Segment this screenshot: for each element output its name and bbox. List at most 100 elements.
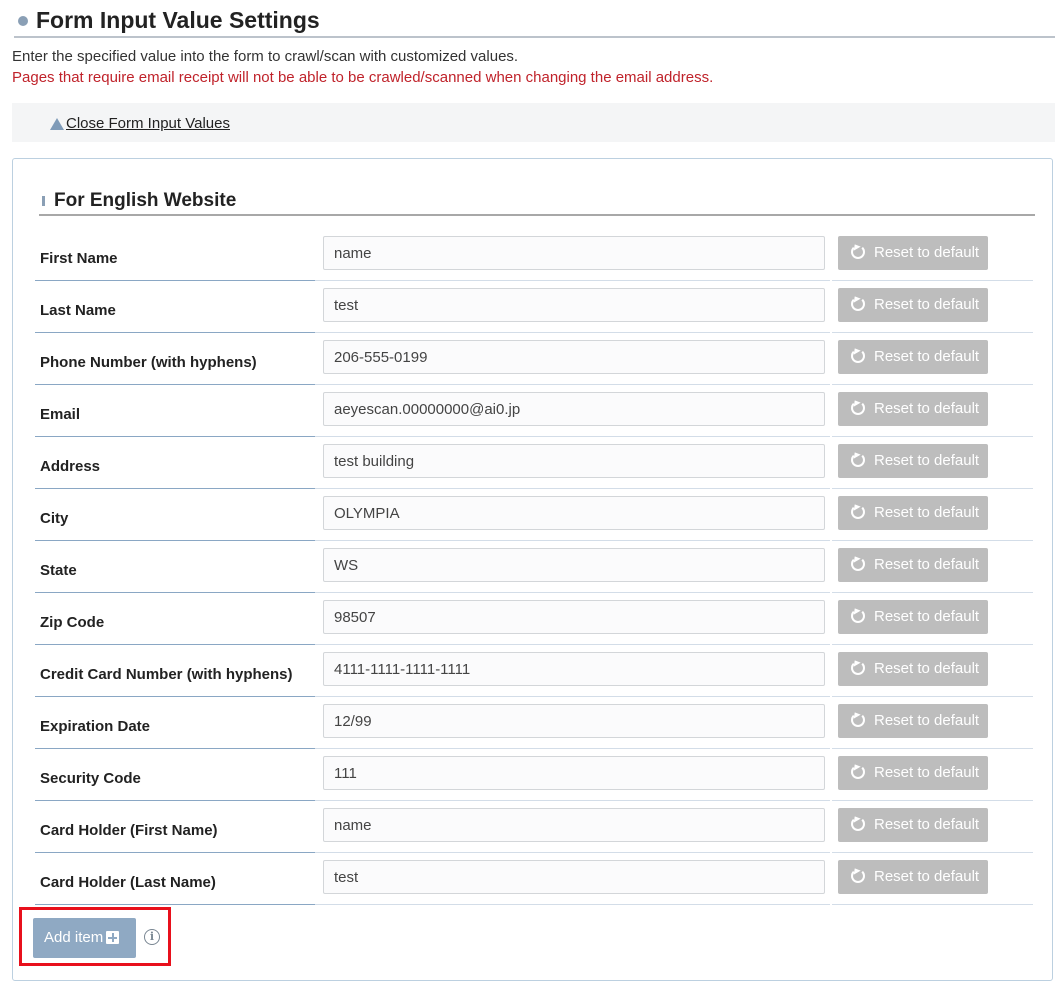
form-row: Phone Number (with hyphens) Reset to defa… — [13, 340, 1054, 392]
field-action-cell: Reset to default — [832, 392, 1033, 437]
section-header: For English Website — [39, 188, 1035, 216]
reset-to-default-button[interactable]: Reset to default — [838, 236, 988, 270]
field-label-cell: Expiration Date — [35, 704, 315, 749]
field-label: Phone Number (with hyphens) — [40, 354, 257, 371]
close-form-input-values-link[interactable]: Close Form Input Values — [66, 115, 230, 132]
field-input-cell — [315, 704, 830, 749]
field-label-cell: Last Name — [35, 288, 315, 333]
field-input[interactable] — [323, 600, 825, 634]
field-action-cell: Reset to default — [832, 236, 1033, 281]
field-action-cell: Reset to default — [832, 704, 1033, 749]
section-marker-icon — [42, 196, 45, 206]
reset-to-default-button[interactable]: Reset to default — [838, 548, 988, 582]
field-input[interactable] — [323, 704, 825, 738]
field-label-cell: Credit Card Number (with hyphens) — [35, 652, 315, 697]
highlight-box — [19, 907, 171, 966]
field-action-cell: Reset to default — [832, 652, 1033, 697]
field-input-cell — [315, 548, 830, 593]
reset-label: Reset to default — [874, 868, 980, 885]
reset-label: Reset to default — [874, 712, 980, 729]
field-label: City — [40, 510, 69, 527]
reset-icon — [851, 661, 865, 675]
field-action-cell: Reset to default — [832, 444, 1033, 489]
page-title-text: Form Input Value Settings — [36, 7, 320, 33]
page-title: Form Input Value Settings — [14, 3, 1055, 38]
form-row: Card Holder (Last Name) Reset to default — [13, 860, 1054, 912]
field-label-cell: Card Holder (First Name) — [35, 808, 315, 853]
field-action-cell: Reset to default — [832, 808, 1033, 853]
reset-label: Reset to default — [874, 348, 980, 365]
page-description: Enter the specified value into the form … — [12, 48, 519, 65]
field-input[interactable] — [323, 444, 825, 478]
reset-to-default-button[interactable]: Reset to default — [838, 392, 988, 426]
field-input[interactable] — [323, 756, 825, 790]
field-label: Address — [40, 458, 101, 475]
field-input-cell — [315, 444, 830, 489]
reset-to-default-button[interactable]: Reset to default — [838, 808, 988, 842]
form-values-panel: For English Website First Name Reset to d… — [12, 158, 1053, 981]
field-action-cell: Reset to default — [832, 288, 1033, 333]
field-label-cell: City — [35, 496, 315, 541]
form-row: Email Reset to default — [13, 392, 1054, 444]
reset-label: Reset to default — [874, 608, 980, 625]
reset-to-default-button[interactable]: Reset to default — [838, 704, 988, 738]
field-label: Security Code — [40, 770, 141, 787]
field-input[interactable] — [323, 548, 825, 582]
field-action-cell: Reset to default — [832, 496, 1033, 541]
reset-icon — [851, 765, 865, 779]
reset-label: Reset to default — [874, 816, 980, 833]
field-input[interactable] — [323, 652, 825, 686]
field-label-cell: First Name — [35, 236, 315, 281]
reset-to-default-button[interactable]: Reset to default — [838, 652, 988, 686]
reset-icon — [851, 401, 865, 415]
field-label-cell: Card Holder (Last Name) — [35, 860, 315, 905]
section-title: For English Website — [54, 190, 237, 211]
reset-to-default-button[interactable]: Reset to default — [838, 756, 988, 790]
reset-icon — [851, 245, 865, 259]
form-row: Card Holder (First Name) Reset to default — [13, 808, 1054, 860]
reset-icon — [851, 297, 865, 311]
reset-to-default-button[interactable]: Reset to default — [838, 860, 988, 894]
field-input-cell — [315, 600, 830, 645]
field-label: State — [40, 562, 77, 579]
field-action-cell: Reset to default — [832, 548, 1033, 593]
field-input[interactable] — [323, 808, 825, 842]
field-action-cell: Reset to default — [832, 860, 1033, 905]
reset-to-default-button[interactable]: Reset to default — [838, 600, 988, 634]
reset-icon — [851, 817, 865, 831]
form-row: Security Code Reset to default — [13, 756, 1054, 808]
field-input-cell — [315, 236, 830, 281]
field-label-cell: Address — [35, 444, 315, 489]
triangle-up-icon[interactable] — [50, 118, 64, 130]
field-label: Card Holder (First Name) — [40, 822, 218, 839]
reset-icon — [851, 453, 865, 467]
reset-icon — [851, 505, 865, 519]
field-label: First Name — [40, 250, 118, 267]
field-input-cell — [315, 340, 830, 385]
reset-label: Reset to default — [874, 296, 980, 313]
field-input[interactable] — [323, 236, 825, 270]
field-action-cell: Reset to default — [832, 756, 1033, 801]
reset-label: Reset to default — [874, 764, 980, 781]
field-input-cell — [315, 496, 830, 541]
reset-to-default-button[interactable]: Reset to default — [838, 496, 988, 530]
field-input-cell — [315, 756, 830, 801]
reset-to-default-button[interactable]: Reset to default — [838, 340, 988, 374]
field-input[interactable] — [323, 288, 825, 322]
field-input[interactable] — [323, 392, 825, 426]
field-input-cell — [315, 860, 830, 905]
reset-to-default-button[interactable]: Reset to default — [838, 288, 988, 322]
field-input[interactable] — [323, 340, 825, 374]
field-label: Credit Card Number (with hyphens) — [40, 666, 293, 683]
form-row: State Reset to default — [13, 548, 1054, 600]
field-label-cell: State — [35, 548, 315, 593]
field-label: Zip Code — [40, 614, 105, 631]
field-label-cell: Phone Number (with hyphens) — [35, 340, 315, 385]
reset-to-default-button[interactable]: Reset to default — [838, 444, 988, 478]
field-action-cell: Reset to default — [832, 600, 1033, 645]
field-input[interactable] — [323, 496, 825, 530]
reset-icon — [851, 349, 865, 363]
field-input[interactable] — [323, 860, 825, 894]
form-row: Expiration Date Reset to default — [13, 704, 1054, 756]
form-row: Zip Code Reset to default — [13, 600, 1054, 652]
